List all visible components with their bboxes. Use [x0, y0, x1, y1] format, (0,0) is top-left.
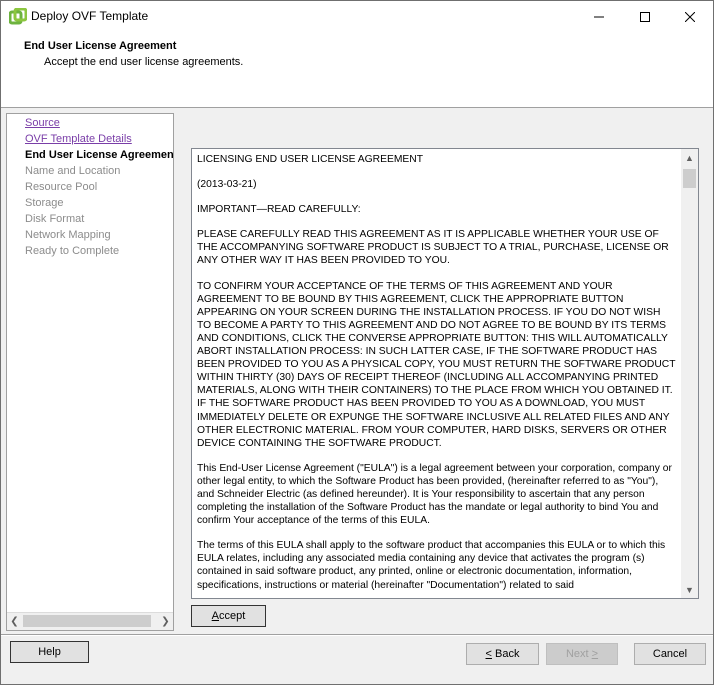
back-button[interactable]: < Back [466, 643, 539, 665]
scrollbar-thumb[interactable] [23, 615, 151, 627]
scroll-down-icon[interactable]: ▼ [682, 582, 697, 597]
accept-button[interactable]: Accept [191, 605, 266, 627]
step-name-and-location: Name and Location [25, 165, 121, 177]
step-storage: Storage [25, 197, 64, 209]
cancel-button[interactable]: Cancel [634, 643, 706, 665]
window-title: Deploy OVF Template [31, 9, 149, 23]
accept-label-post: ccept [219, 610, 246, 622]
scroll-up-icon[interactable]: ▲ [682, 150, 697, 165]
footer-divider-highlight [1, 635, 713, 636]
help-label: Help [38, 646, 61, 658]
page-subtitle: Accept the end user license agreements. [44, 56, 244, 68]
help-button[interactable]: Help [10, 641, 89, 663]
step-ready-to-complete: Ready to Complete [25, 245, 120, 257]
maximize-icon [640, 11, 650, 22]
next-button[interactable]: Next > [546, 643, 618, 665]
next-label: Next [565, 648, 592, 660]
eula-text-area[interactable]: LICENSING END USER LICENSE AGREEMENT (20… [191, 148, 699, 599]
minimize-icon [594, 16, 604, 17]
wizard-header: End User License Agreement Accept the en… [1, 32, 713, 108]
eula-paragraph: IMPORTANT—READ CAREFULLY: [197, 204, 361, 216]
dialog-window: Deploy OVF Template End User License Agr… [0, 0, 714, 685]
scrollbar-thumb[interactable] [683, 169, 696, 188]
back-label: Back [491, 648, 520, 660]
eula-paragraph: TO CONFIRM YOUR ACCEPTANCE OF THE TERMS … [197, 280, 676, 449]
accept-label-mnemonic: A [211, 610, 220, 622]
eula-paragraph: (2013-03-21) [197, 179, 257, 191]
maximize-button[interactable] [622, 1, 668, 32]
step-network-mapping: Network Mapping [25, 229, 111, 241]
scroll-left-icon[interactable]: ❮ [7, 614, 22, 629]
eula-paragraph: This End-User License Agreement ("EULA")… [197, 462, 672, 527]
page-title: End User License Agreement [24, 40, 177, 52]
next-label-mnemonic: > [591, 648, 599, 660]
wizard-steps-panel: Source OVF Template Details End User Lic… [6, 113, 174, 631]
step-ovf-template-details[interactable]: OVF Template Details [25, 133, 132, 145]
step-resource-pool: Resource Pool [25, 181, 98, 193]
eula-vertical-scrollbar[interactable]: ▲ ▼ [681, 149, 698, 598]
title-bar[interactable]: Deploy OVF Template [1, 1, 713, 32]
eula-content: LICENSING END USER LICENSE AGREEMENT (20… [197, 153, 677, 598]
eula-paragraph: The terms of this EULA shall apply to th… [197, 540, 666, 591]
close-icon [685, 11, 695, 22]
step-disk-format: Disk Format [25, 213, 85, 225]
step-source[interactable]: Source [25, 117, 60, 129]
minimize-button[interactable] [576, 1, 622, 32]
step-end-user-license-agreement: End User License Agreement [25, 149, 174, 161]
scroll-right-icon[interactable]: ❯ [158, 614, 173, 629]
cancel-label: Cancel [652, 648, 688, 660]
vsphere-logo-icon [8, 7, 28, 26]
eula-paragraph: LICENSING END USER LICENSE AGREEMENT [197, 154, 424, 165]
eula-paragraph: PLEASE CAREFULLY READ THIS AGREEMENT AS … [197, 229, 669, 267]
close-button[interactable] [667, 1, 713, 32]
sidebar-horizontal-scrollbar[interactable]: ❮ ❯ [7, 612, 173, 630]
